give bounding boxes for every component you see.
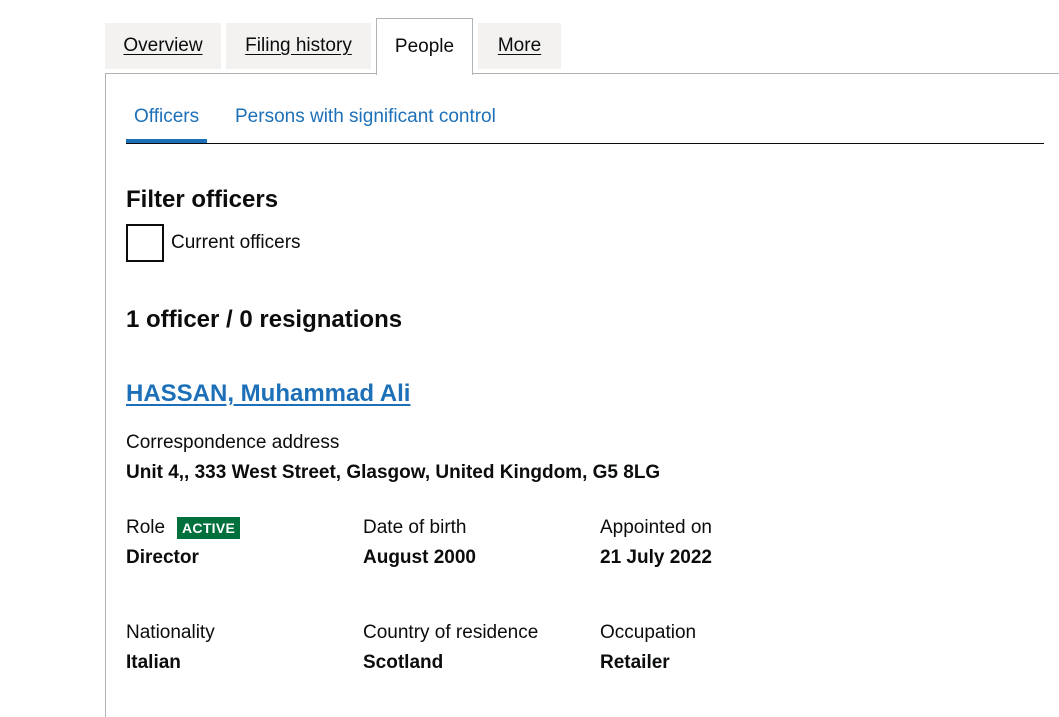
- nationality-label: Nationality: [126, 622, 215, 643]
- occupation-value: Retailer: [600, 652, 670, 673]
- tab-overview[interactable]: Overview: [105, 23, 221, 69]
- role-label: Role: [126, 517, 166, 538]
- tabs-divider: [105, 73, 1059, 74]
- subtabs-divider: [126, 143, 1044, 144]
- officer-name-link[interactable]: HASSAN, Muhammad Ali: [126, 380, 410, 408]
- subtab-officers[interactable]: Officers: [134, 106, 199, 128]
- appointed-label: Appointed on: [600, 517, 712, 538]
- appointed-value: 21 July 2022: [600, 547, 712, 568]
- residence-value: Scotland: [363, 652, 444, 673]
- dob-label: Date of birth: [363, 517, 467, 538]
- main-tabs: Overview Filing history People More: [105, 18, 1059, 75]
- tab-filing-history[interactable]: Filing history: [226, 23, 371, 69]
- status-badge: ACTIVE: [177, 517, 241, 539]
- panel-border: [105, 73, 106, 717]
- address-label: Correspondence address: [126, 432, 340, 453]
- company-people-page: Overview Filing history People More Offi…: [0, 0, 1059, 717]
- current-officers-label[interactable]: Current officers: [171, 232, 301, 254]
- filter-heading: Filter officers: [126, 186, 279, 213]
- dob-value: August 2000: [363, 547, 476, 568]
- subtab-persons-with-significant-control[interactable]: Persons with significant control: [235, 106, 496, 128]
- current-officers-checkbox[interactable]: [126, 224, 164, 262]
- role-value: Director: [126, 547, 199, 568]
- residence-label: Country of residence: [363, 622, 539, 643]
- address-value: Unit 4,, 333 West Street, Glasgow, Unite…: [126, 462, 661, 483]
- occupation-label: Occupation: [600, 622, 697, 643]
- tab-more[interactable]: More: [478, 23, 561, 69]
- nationality-value: Italian: [126, 652, 181, 673]
- tab-people[interactable]: People: [376, 18, 473, 75]
- officers-summary-heading: 1 officer / 0 resignations: [126, 306, 403, 333]
